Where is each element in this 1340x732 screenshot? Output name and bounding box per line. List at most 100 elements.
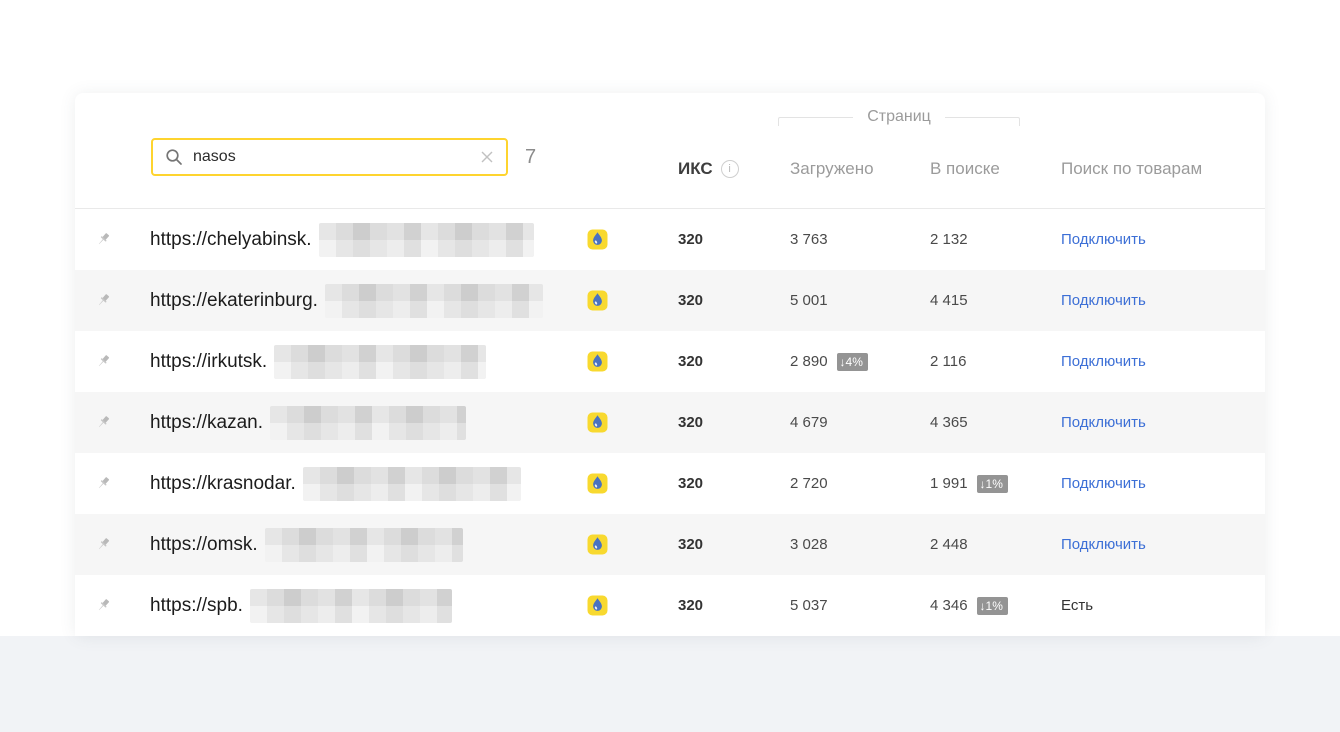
loaded-value: 3 763	[790, 231, 828, 248]
connect-link[interactable]: Подключить	[1061, 414, 1146, 431]
insearch-cell: 4 365	[930, 392, 968, 453]
loaded-cell: 3 763	[790, 209, 828, 270]
insearch-cell: 4 415	[930, 270, 968, 331]
connect-link[interactable]: Подключить	[1061, 292, 1146, 309]
site-url-link[interactable]: https://omsk.	[150, 534, 258, 556]
sites-table-card: nasos 7 Страниц ИКС i Загружено В поиске…	[75, 93, 1265, 636]
iks-column-header: ИКС i	[678, 156, 739, 182]
action-cell: Подключить	[1061, 270, 1146, 331]
table-row: https://kazan. 320 4 679 4 365 Подключит…	[75, 392, 1265, 453]
info-icon[interactable]: i	[720, 160, 739, 178]
group-bracket-left	[778, 117, 854, 126]
insearch-value: 4 415	[930, 292, 968, 309]
blurred-domain	[324, 283, 543, 318]
pin-icon[interactable]	[95, 392, 113, 453]
site-favicon-drop-icon	[587, 331, 608, 392]
site-url-cell: https://kazan.	[150, 392, 467, 453]
action-cell: Подключить	[1061, 331, 1146, 392]
action-cell: Подключить	[1061, 514, 1146, 575]
loaded-value: 5 001	[790, 292, 828, 309]
action-cell: Подключить	[1061, 392, 1146, 453]
site-url-link[interactable]: https://chelyabinsk.	[150, 229, 312, 251]
table-row: https://chelyabinsk. 320 3 763 2 132 Под…	[75, 209, 1265, 270]
site-url-cell: https://chelyabinsk.	[150, 209, 534, 270]
site-url-cell: https://spb.	[150, 575, 452, 636]
blurred-domain	[274, 344, 487, 379]
site-url-cell: https://ekaterinburg.	[150, 270, 543, 331]
table-row: https://ekaterinburg. 320 5 001 4 415 По…	[75, 270, 1265, 331]
site-url-cell: https://omsk.	[150, 514, 463, 575]
connect-link[interactable]: Подключить	[1061, 475, 1146, 492]
iks-value: 320	[678, 353, 704, 370]
insearch-value: 1 991	[930, 475, 968, 492]
loaded-column-header: Загружено	[790, 159, 874, 178]
iks-value: 320	[678, 536, 704, 553]
insearch-value: 4 346	[930, 597, 968, 614]
blurred-domain	[302, 466, 521, 501]
loaded-cell: 2 890 ↓4%	[790, 331, 868, 392]
action-status-text: Есть	[1061, 597, 1094, 614]
products-column-header: Поиск по товарам	[1061, 159, 1203, 178]
table-row: https://irkutsk. 320 2 890 ↓4% 2 116 Подк…	[75, 331, 1265, 392]
pin-icon[interactable]	[95, 209, 113, 270]
blurred-domain	[249, 588, 452, 623]
insearch-cell: 2 116	[930, 331, 966, 392]
connect-link[interactable]: Подключить	[1061, 536, 1146, 553]
insearch-cell: 2 448	[930, 514, 968, 575]
iks-value: 320	[678, 231, 704, 248]
site-favicon-drop-icon	[587, 209, 608, 270]
connect-link[interactable]: Подключить	[1061, 353, 1146, 370]
action-cell: Есть	[1061, 575, 1093, 636]
site-favicon-drop-icon	[587, 270, 608, 331]
insearch-cell: 4 346 ↓1%	[930, 575, 1008, 636]
site-favicon-drop-icon	[587, 392, 608, 453]
insearch-column-header: В поиске	[930, 159, 1000, 178]
site-url-link[interactable]: https://spb.	[150, 595, 243, 617]
insearch-value: 2 448	[930, 536, 968, 553]
site-favicon-drop-icon	[587, 514, 608, 575]
group-bracket-right	[944, 117, 1020, 126]
sites-table: https://chelyabinsk. 320 3 763 2 132 Под…	[75, 208, 1265, 636]
insearch-value: 4 365	[930, 414, 968, 431]
site-url-link[interactable]: https://irkutsk.	[150, 351, 267, 373]
blurred-domain	[318, 222, 534, 257]
iks-header-label: ИКС	[678, 159, 713, 178]
site-favicon-drop-icon	[587, 575, 608, 636]
pages-group-label: Страниц	[867, 108, 931, 125]
iks-value: 320	[678, 475, 704, 492]
insearch-value: 2 132	[930, 231, 968, 248]
loaded-value: 2 890	[790, 353, 828, 370]
pin-icon[interactable]	[95, 270, 113, 331]
table-row: https://spb. 320 5 037 4 346 ↓1% Есть	[75, 575, 1265, 636]
loaded-value: 5 037	[790, 597, 828, 614]
insearch-cell: 1 991 ↓1%	[930, 453, 1008, 514]
loaded-cell: 5 037	[790, 575, 828, 636]
connect-link[interactable]: Подключить	[1061, 231, 1146, 248]
site-url-link[interactable]: https://krasnodar.	[150, 473, 296, 495]
insearch-value: 2 116	[930, 353, 967, 370]
iks-value: 320	[678, 597, 704, 614]
insearch-change-badge: ↓1%	[976, 596, 1008, 615]
pin-icon[interactable]	[95, 331, 113, 392]
page-background-strip	[0, 636, 1340, 732]
insearch-cell: 2 132	[930, 209, 968, 270]
yandex-webmaster-sites-page: nasos 7 Страниц ИКС i Загружено В поиске…	[0, 0, 1340, 732]
iks-value: 320	[678, 292, 704, 309]
site-url-link[interactable]: https://ekaterinburg.	[150, 290, 318, 312]
table-row: https://omsk. 320 3 028 2 448 Подключить	[75, 514, 1265, 575]
pin-icon[interactable]	[95, 575, 113, 636]
action-cell: Подключить	[1061, 453, 1146, 514]
pages-group-header: Страниц	[778, 105, 1020, 129]
loaded-cell: 4 679	[790, 392, 828, 453]
pin-icon[interactable]	[95, 453, 113, 514]
action-cell: Подключить	[1061, 209, 1146, 270]
site-favicon-drop-icon	[587, 453, 608, 514]
site-url-cell: https://irkutsk.	[150, 331, 487, 392]
loaded-value: 2 720	[790, 475, 828, 492]
insearch-change-badge: ↓1%	[976, 474, 1008, 493]
table-row: https://krasnodar. 320 2 720 1 991 ↓1% По…	[75, 453, 1265, 514]
blurred-domain	[270, 405, 467, 440]
loaded-value: 3 028	[790, 536, 828, 553]
pin-icon[interactable]	[95, 514, 113, 575]
site-url-link[interactable]: https://kazan.	[150, 412, 263, 434]
